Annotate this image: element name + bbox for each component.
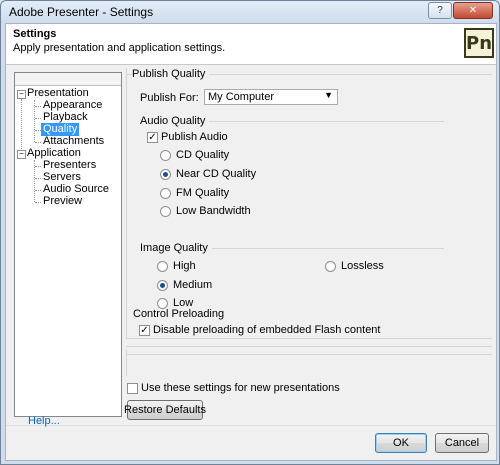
tree-connector: [35, 190, 41, 191]
radio-image-medium[interactable]: Medium: [157, 279, 212, 291]
audio-quality-heading: Audio Quality: [140, 115, 210, 127]
chevron-down-icon: ▼: [324, 90, 333, 100]
use-settings-checkbox[interactable]: Use these settings for new presentations: [127, 382, 340, 394]
publish-audio-checkbox[interactable]: ✓ Publish Audio: [147, 131, 228, 143]
radio-label: Medium: [173, 279, 213, 291]
radio-image-high[interactable]: High: [157, 260, 196, 272]
help-icon[interactable]: ?: [428, 2, 452, 19]
publish-for-dropdown[interactable]: My Computer ▼: [204, 89, 338, 105]
image-quality-heading: Image Quality: [140, 242, 212, 254]
group-divider: [174, 121, 444, 122]
window-title: Adobe Presenter - Settings: [9, 5, 154, 19]
radio-label: Near CD Quality: [176, 168, 257, 180]
tree-header: [15, 73, 121, 86]
radio-cd-quality[interactable]: CD Quality: [160, 149, 229, 161]
settings-window: Adobe Presenter - Settings ? ✕ Settings …: [0, 0, 500, 465]
radio-circle: [157, 260, 168, 272]
help-link[interactable]: Help...: [28, 415, 60, 427]
tree-connector: [35, 202, 41, 203]
disable-preloading-label: Disable preloading of embedded Flash con…: [153, 324, 381, 336]
checkbox-box: ✓: [147, 131, 158, 143]
cancel-button[interactable]: Cancel: [435, 433, 489, 453]
radio-image-lossless[interactable]: Lossless: [325, 260, 384, 272]
group-divider: [126, 338, 492, 339]
publish-quality-heading: Publish Quality: [132, 68, 210, 80]
radio-label: Lossless: [341, 260, 384, 272]
settings-tree[interactable]: − Presentation Appearance Playback Quali…: [14, 72, 122, 417]
radio-circle: [157, 297, 168, 309]
publish-for-value: My Computer: [208, 91, 275, 103]
quality-panel: Publish Quality Publish For: My Computer…: [126, 68, 492, 342]
radio-circle: [160, 205, 171, 217]
publish-audio-label: Publish Audio: [161, 131, 228, 143]
radio-label: High: [173, 260, 196, 272]
page-subtitle: Apply presentation and application setti…: [13, 42, 226, 54]
collapse-icon[interactable]: −: [17, 150, 26, 159]
radio-fm-quality[interactable]: FM Quality: [160, 187, 229, 199]
radio-low-bandwidth[interactable]: Low Bandwidth: [160, 205, 251, 217]
radio-circle: [160, 149, 171, 161]
title-bar[interactable]: Adobe Presenter - Settings ? ✕: [1, 1, 499, 23]
page-title: Settings: [13, 28, 57, 40]
ok-button[interactable]: OK: [375, 433, 427, 453]
panel-border: [126, 68, 127, 338]
radio-circle: [160, 168, 171, 180]
checkbox-box: ✓: [139, 324, 150, 336]
window-controls: ? ✕: [427, 2, 493, 19]
radio-label: CD Quality: [176, 149, 230, 161]
radio-circle: [325, 260, 336, 272]
tree-connector: [35, 166, 41, 167]
radio-label: Low Bandwidth: [176, 205, 251, 217]
radio-circle: [160, 187, 171, 199]
radio-circle: [157, 279, 168, 291]
tree-item-preview[interactable]: Preview: [43, 195, 82, 208]
group-divider: [174, 248, 444, 249]
footer-divider: [6, 425, 496, 426]
publish-for-label: Publish For:: [140, 92, 199, 104]
tree-connector: [21, 99, 22, 155]
use-settings-label: Use these settings for new presentations: [141, 382, 340, 394]
radio-label: FM Quality: [176, 187, 230, 199]
control-preloading-heading: Control Preloading: [133, 308, 225, 320]
dialog-client: Settings Apply presentation and applicat…: [5, 23, 497, 461]
restore-defaults-button[interactable]: Restore Defaults: [124, 400, 206, 420]
group-divider: [126, 354, 492, 355]
close-icon[interactable]: ✕: [453, 2, 493, 19]
disable-preloading-checkbox[interactable]: ✓ Disable preloading of embedded Flash c…: [139, 324, 380, 336]
tree-connector: [35, 106, 41, 107]
presenter-logo: Pn: [464, 28, 494, 58]
tree-connector: [35, 118, 41, 119]
dialog-header: Settings Apply presentation and applicat…: [6, 24, 496, 65]
radio-near-cd-quality[interactable]: Near CD Quality: [160, 168, 256, 180]
checkbox-box: [127, 382, 138, 394]
tree-connector: [35, 142, 41, 143]
collapse-icon[interactable]: −: [17, 90, 26, 99]
group-divider: [126, 346, 492, 347]
tree-connector: [35, 178, 41, 179]
